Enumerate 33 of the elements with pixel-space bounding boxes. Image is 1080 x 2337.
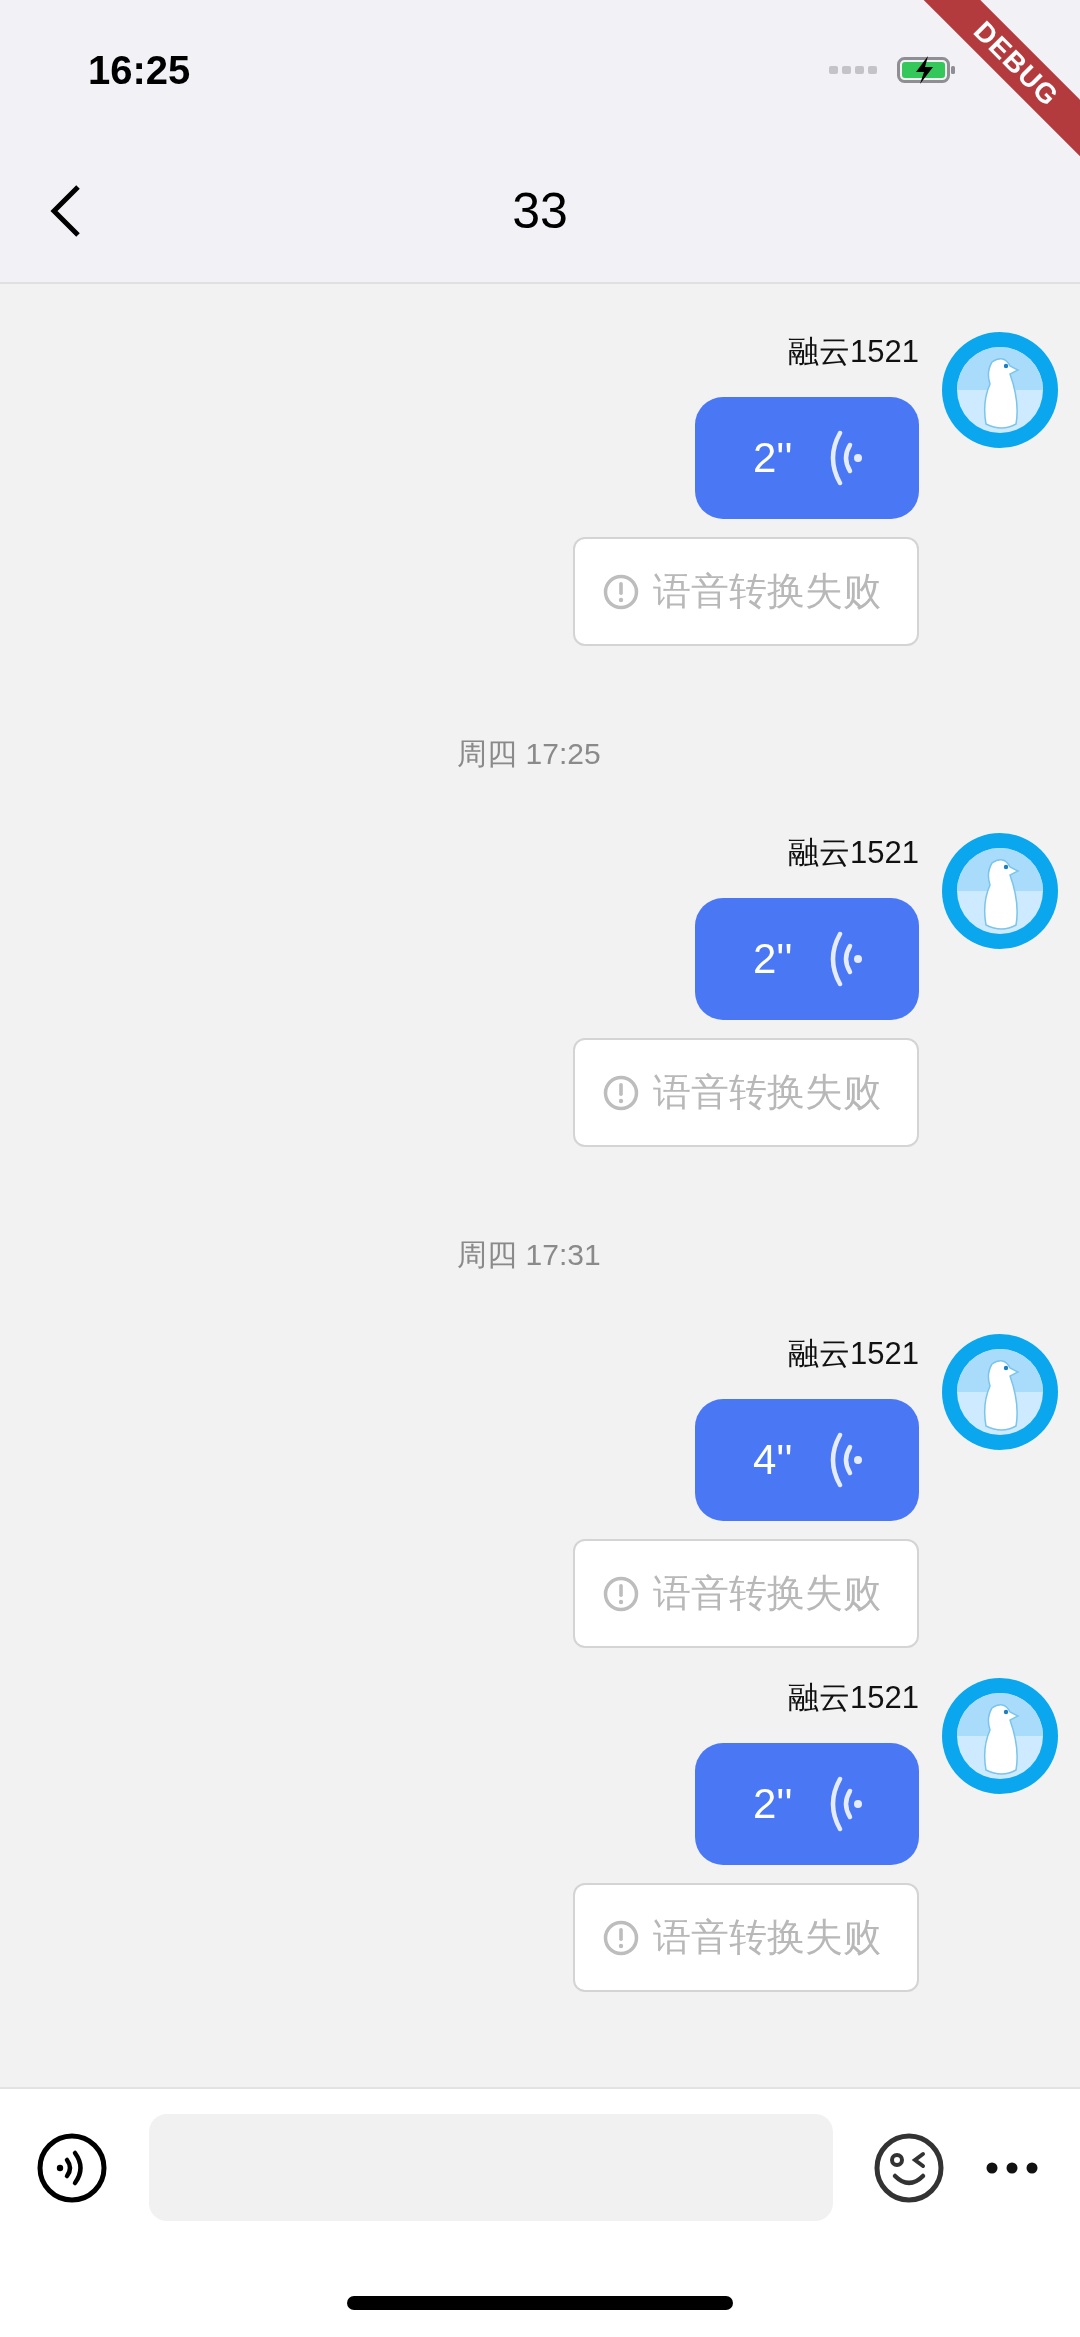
sender-name: 融云1521 [788,1335,919,1373]
voice-message-bubble[interactable]: 2'' [695,1743,919,1865]
battery-charging-icon [897,55,955,85]
warning-icon [603,1074,639,1111]
status-time: 16:25 [88,47,192,93]
avatar-icon[interactable] [942,332,1058,448]
voice-wave-icon [828,1775,863,1833]
voice-input-icon[interactable] [36,2131,108,2204]
transcription-error-text: 语音转换失败 [653,1571,881,1616]
transcription-error-text: 语音转换失败 [653,1915,881,1960]
voice-wave-icon [828,930,863,988]
transcription-error-text: 语音转换失败 [653,1070,881,1115]
warning-icon [603,573,639,610]
voice-wave-icon [828,429,863,487]
avatar-icon[interactable] [942,833,1058,949]
voice-message-bubble[interactable]: 4'' [695,1399,919,1521]
voice-wave-icon [828,1431,863,1489]
sender-name: 融云1521 [788,1679,919,1717]
transcription-error-text: 语音转换失败 [653,569,881,614]
sender-name: 融云1521 [788,834,919,872]
emoji-icon[interactable] [873,2131,946,2204]
message-timestamp: 周四 17:31 [457,1237,601,1273]
message-timestamp: 周四 17:25 [457,736,601,772]
avatar-icon[interactable] [942,1334,1058,1450]
sender-name: 融云1521 [788,333,919,371]
warning-icon [603,1919,639,1956]
signal-icon [829,64,877,76]
voice-message-bubble[interactable]: 2'' [695,898,919,1020]
more-icon[interactable] [985,2160,1038,2175]
voice-message-bubble[interactable]: 2'' [695,397,919,519]
warning-icon [603,1575,639,1612]
avatar-icon[interactable] [942,1678,1058,1794]
chat-title: 33 [512,182,568,240]
